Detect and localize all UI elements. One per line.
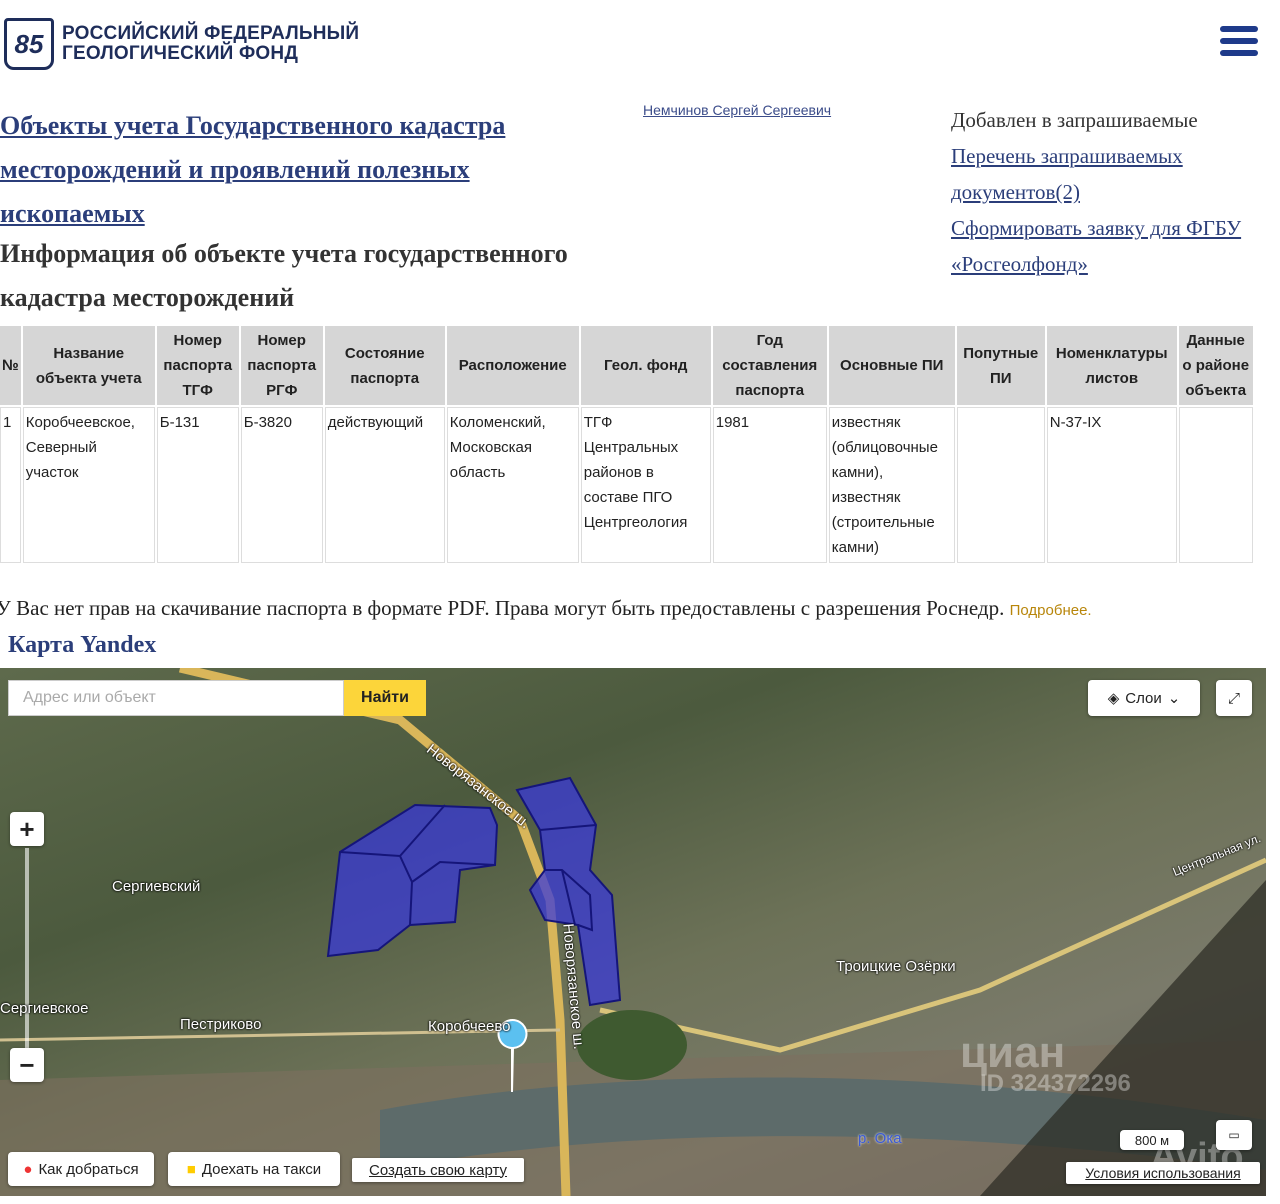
requested-list-link[interactable]: Перечень запрашиваемых документов(2): [951, 138, 1251, 210]
col-header: Основные ПИ: [828, 326, 955, 405]
object-table: № Название объекта учета Номер паспорта …: [0, 324, 1255, 565]
logo-line: ГЕОЛОГИЧЕСКИЙ ФОНД: [62, 43, 299, 64]
note-text: У Вас нет прав на скачивание паспорта в …: [0, 596, 1005, 620]
page-title: Информация об объекте учета государствен…: [0, 239, 568, 312]
place-label: Сергиевский: [112, 878, 201, 895]
find-button[interactable]: Найти: [344, 680, 426, 716]
cell: Коробчеевское, Северный участок: [22, 407, 155, 563]
map-graphics: [0, 668, 1266, 1196]
added-status: Добавлен в запрашиваемые: [951, 108, 1198, 132]
yandex-map[interactable]: Адрес или объект Найти ◈ Слои ⌄ ⤢ + − Ново…: [0, 668, 1266, 1196]
place-label: Пестриково: [180, 1016, 262, 1033]
zoom-slider[interactable]: [25, 848, 29, 1048]
cell: 1: [0, 407, 21, 563]
col-header: Состояние паспорта: [324, 326, 445, 405]
cell: Б-3820: [240, 407, 323, 563]
taxi-label: Доехать на такси: [201, 1160, 322, 1178]
form-request-link[interactable]: Сформировать заявку для ФГБУ «Росгеолфон…: [951, 210, 1251, 282]
route-button[interactable]: ● Как добраться: [8, 1152, 154, 1186]
request-sidebar: Добавлен в запрашиваемые Перечень запраш…: [951, 102, 1251, 282]
layers-icon: ◈: [1107, 690, 1120, 707]
col-header: Год составления паспорта: [712, 326, 827, 405]
logo-mark: 85: [4, 18, 54, 70]
zoom-in-button[interactable]: +: [10, 812, 44, 846]
ruler-button[interactable]: ▭: [1216, 1120, 1252, 1150]
cell: Коломенский, Московская область: [446, 407, 579, 563]
more-link[interactable]: Подробнее.: [1010, 602, 1092, 619]
table-row: 1 Коробчеевское, Северный участок Б-131 …: [0, 407, 1253, 563]
cian-id-watermark: ID 324372296: [980, 1070, 1131, 1097]
user-link[interactable]: Немчинов Сергей Сергеевич: [643, 102, 831, 118]
table-header-row: № Название объекта учета Номер паспорта …: [0, 326, 1253, 405]
fullscreen-button[interactable]: ⤢: [1216, 680, 1252, 716]
col-header: Номер паспорта ТГФ: [156, 326, 239, 405]
cell: Б-131: [156, 407, 239, 563]
logo-text: РОССИЙСКИЙ ФЕДЕРАЛЬНЫЙ ГЕОЛОГИЧЕСКИЙ ФОН…: [62, 24, 359, 64]
cell: действующий: [324, 407, 445, 563]
pdf-rights-note: У Вас нет прав на скачивание паспорта в …: [0, 596, 1092, 621]
forest: [577, 1010, 687, 1080]
pin-icon: ●: [23, 1160, 33, 1178]
cell: известняк (облицовочные камни), известня…: [828, 407, 955, 563]
route-label: Как добраться: [38, 1160, 139, 1178]
cell: [1178, 407, 1253, 563]
taxi-icon: ■: [186, 1160, 196, 1178]
col-header: Данные о районе объекта: [1178, 326, 1253, 405]
col-header: Номенклатуры листов: [1046, 326, 1177, 405]
map-title: Карта Yandex: [8, 632, 157, 658]
breadcrumb-link[interactable]: Объекты учета Государственного кадастра …: [0, 104, 600, 236]
ruler-icon: ▭: [1228, 1128, 1240, 1142]
cell: N-37-IX: [1046, 407, 1177, 563]
create-map-link[interactable]: Создать свою карту: [352, 1158, 524, 1182]
terms-link[interactable]: Условия использования: [1066, 1162, 1260, 1184]
col-header: Попутные ПИ: [956, 326, 1045, 405]
col-header: Название объекта учета: [22, 326, 155, 405]
logo[interactable]: 85 РОССИЙСКИЙ ФЕДЕРАЛЬНЫЙ ГЕОЛОГИЧЕСКИЙ …: [4, 18, 359, 70]
place-label: Троицкие Озёрки: [836, 958, 956, 975]
col-header: Номер паспорта РГФ: [240, 326, 323, 405]
cell: 1981: [712, 407, 827, 563]
layers-button[interactable]: ◈ Слои ⌄: [1088, 680, 1200, 716]
cell: [956, 407, 1045, 563]
place-label: Сергиевское: [0, 1000, 89, 1017]
scale-label: 800 м: [1120, 1130, 1184, 1150]
logo-line: РОССИЙСКИЙ ФЕДЕРАЛЬНЫЙ: [62, 23, 360, 44]
col-header: Расположение: [446, 326, 579, 405]
col-header: №: [0, 326, 21, 405]
chevron-down-icon: ⌄: [1167, 690, 1181, 707]
river-label: р. Ока: [858, 1130, 902, 1147]
cell: ТГФ Центральных районов в составе ПГО Це…: [580, 407, 711, 563]
menu-icon[interactable]: [1220, 26, 1258, 56]
zoom-out-button[interactable]: −: [10, 1048, 44, 1082]
col-header: Геол. фонд: [580, 326, 711, 405]
place-label: Коробчеево: [428, 1018, 511, 1035]
layers-label: Слои: [1125, 689, 1162, 707]
taxi-button[interactable]: ■ Доехать на такси: [168, 1152, 340, 1186]
address-search-input[interactable]: Адрес или объект: [8, 680, 344, 716]
expand-icon: ⤢: [1227, 689, 1240, 707]
